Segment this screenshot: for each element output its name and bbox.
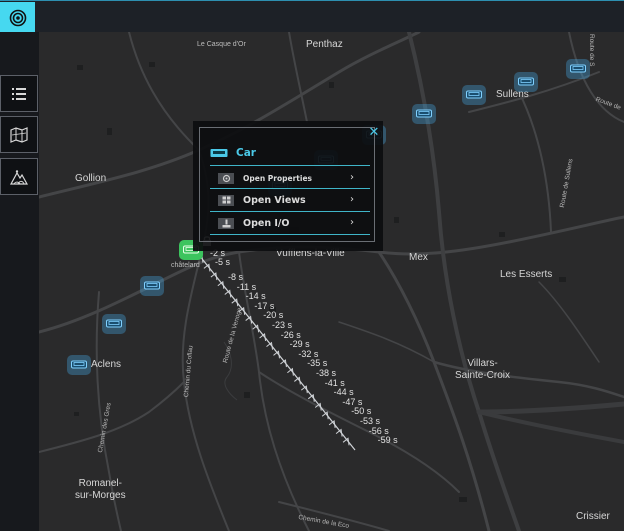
trail-chevron <box>224 289 232 298</box>
trail-chevron <box>328 419 336 428</box>
trail-time-label: -44 s <box>333 387 354 398</box>
item-label: Open I/O <box>243 217 290 229</box>
close-icon[interactable]: ✕ <box>367 126 381 140</box>
chevron-right-icon: › <box>350 217 354 228</box>
grid-icon <box>218 194 234 206</box>
target-icon <box>9 9 26 26</box>
trail-line <box>194 249 356 451</box>
trail-chevron <box>307 393 315 402</box>
trail-time-label: -47 s <box>342 396 363 407</box>
trail-chevron <box>238 306 246 315</box>
top-toolbar <box>0 0 624 33</box>
selected-vehicle-label: châtelard <box>171 262 200 269</box>
trail-time-label: -14 s <box>245 291 266 302</box>
trail-time-label: -8 s <box>228 272 244 282</box>
divider <box>210 211 370 212</box>
trail-chevron <box>245 315 253 324</box>
trail-time-label: -17 s <box>254 300 275 311</box>
open-properties-item[interactable]: Open Properties › <box>218 169 372 187</box>
sidebar-item-map-view[interactable] <box>0 116 38 153</box>
trail-chevron <box>210 272 218 281</box>
open-io-item[interactable]: Open I/O › <box>218 214 372 232</box>
trail-time-label: -23 s <box>272 320 293 330</box>
trail-chevron <box>280 359 287 368</box>
trail-chevron <box>342 437 350 446</box>
trail-chevron <box>294 376 301 385</box>
item-label: Open Properties <box>243 173 312 183</box>
trail-chevron <box>259 333 267 342</box>
trail-chevron <box>252 324 260 333</box>
trail-time-label: -35 s <box>307 358 328 369</box>
popup-title: Car <box>236 147 256 159</box>
io-icon <box>218 217 234 229</box>
trail-time-label: -41 s <box>324 377 345 388</box>
terrain-icon <box>10 169 28 185</box>
trail-chevron <box>314 402 322 411</box>
sidebar-item-terrain-view[interactable] <box>0 158 38 195</box>
divider <box>210 165 370 166</box>
chevron-right-icon: › <box>350 194 354 205</box>
trail-time-label: -29 s <box>289 339 310 350</box>
trail-time-label: -20 s <box>263 310 284 321</box>
logo-button[interactable] <box>0 2 35 33</box>
trail-time-label: -59 s <box>377 435 398 446</box>
vehicle-popup: ✕ Car Open Properties › Open Views › Ope… <box>193 121 383 251</box>
chevron-right-icon: › <box>350 172 354 183</box>
trail-chevron <box>266 341 274 350</box>
trail-time-label: -38 s <box>316 368 337 378</box>
trail-time-label: -32 s <box>298 348 319 359</box>
trail-chevron <box>231 298 239 307</box>
trail-time-label: -11 s <box>236 281 257 292</box>
car-icon <box>210 149 228 157</box>
list-icon <box>12 87 26 100</box>
trail-chevron <box>287 367 294 376</box>
trail-chevron <box>203 263 211 272</box>
left-sidebar <box>0 32 39 531</box>
divider <box>210 188 370 189</box>
trail-chevron <box>217 280 225 289</box>
divider <box>210 234 370 235</box>
sidebar-item-list-view[interactable] <box>0 75 38 112</box>
gear-icon <box>218 172 234 184</box>
trail-layer <box>194 249 356 451</box>
trail-chevron <box>273 350 280 359</box>
trail-time-label: -56 s <box>368 425 389 436</box>
trail-time-label: -50 s <box>351 406 372 417</box>
map-canvas[interactable]: Le Casque d'Or Penthaz Sullens Gollion V… <box>39 32 624 531</box>
trail-chevron <box>300 385 308 394</box>
popup-frame: ✕ Car Open Properties › Open Views › Ope… <box>199 126 379 242</box>
map-icon <box>10 126 28 143</box>
trail-chevron <box>335 428 343 437</box>
trail-time-label: -5 s <box>215 257 231 267</box>
trail-chevron <box>321 411 329 420</box>
item-label: Open Views <box>243 194 306 206</box>
trail-time-label: -26 s <box>280 329 301 340</box>
open-views-item[interactable]: Open Views › <box>218 191 372 209</box>
trail-time-label: -53 s <box>360 416 381 426</box>
